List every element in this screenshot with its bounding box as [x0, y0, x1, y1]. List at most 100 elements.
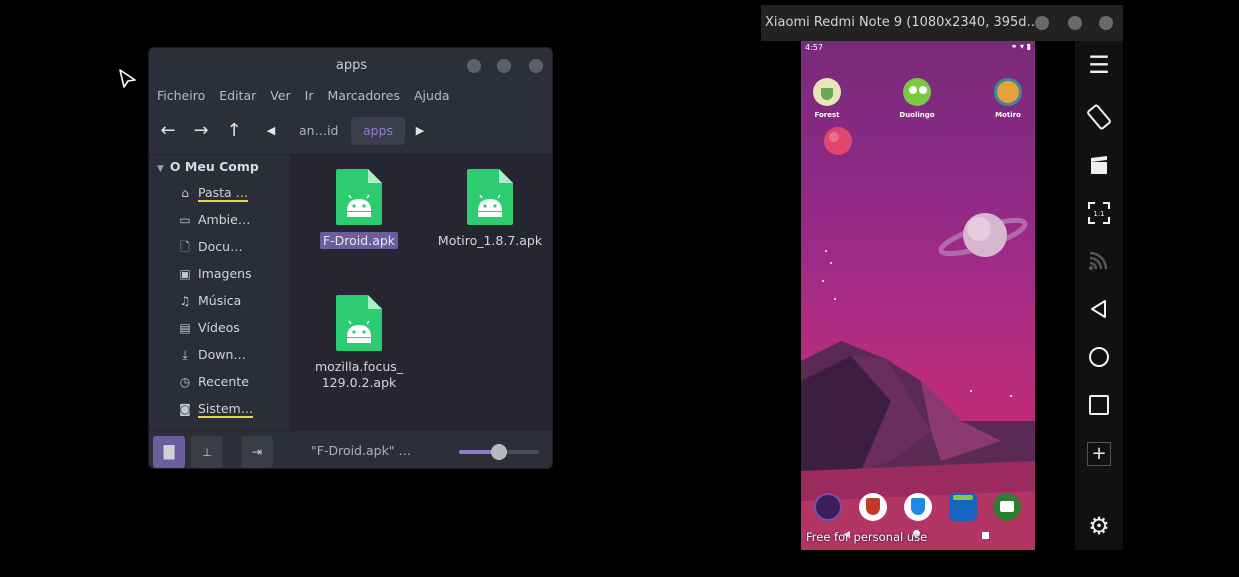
- app-label: Duolingo: [899, 111, 935, 119]
- motiro-app-icon: [994, 78, 1022, 106]
- tree-icon: ⊥: [202, 446, 212, 459]
- file-item-mozilla-focus[interactable]: mozilla.focus_ 129.0.2.apk: [296, 295, 422, 395]
- bag-top: [953, 495, 973, 500]
- settings-icon[interactable]: ⚙: [1075, 514, 1123, 538]
- files-app-icon[interactable]: [993, 493, 1021, 521]
- sidebar: ▼ O Meu Comp ⌂ Pasta … ▭ Ambie… 🗋 Docu… ▣ Ima…: [149, 154, 290, 430]
- back-arrow-icon[interactable]: ←: [154, 117, 182, 145]
- sidebar-item-label: Sistem…: [198, 401, 254, 418]
- documents-icon: 🗋: [180, 240, 190, 254]
- file-name-line2: 129.0.2.apk: [321, 375, 397, 390]
- tree-view-button[interactable]: ⊥: [191, 436, 223, 468]
- music-icon: ♫: [179, 294, 191, 308]
- status-text: "F-Droid.apk" …: [311, 443, 412, 458]
- toolbar: ← → ↑ ◀ an…id apps ▶: [149, 108, 552, 154]
- add-icon[interactable]: +: [1087, 442, 1111, 466]
- desktop-icon: ▭: [179, 213, 191, 227]
- scrcpy-close-button[interactable]: [1099, 16, 1113, 30]
- recents-icon[interactable]: [1075, 394, 1123, 420]
- status-bar: ▇ ⊥ ⇥ "F-Droid.apk" …: [149, 430, 552, 468]
- forward-arrow-icon[interactable]: →: [187, 117, 215, 145]
- app-duolingo[interactable]: Duolingo: [887, 78, 947, 124]
- scrcpy-toolbar: ☰ 1:1 + ⚙: [1075, 41, 1123, 550]
- sidebar-header-label: O Meu Comp: [169, 159, 259, 174]
- menu-marcadores[interactable]: Marcadores: [328, 84, 401, 108]
- duolingo-app-icon: [903, 78, 931, 106]
- home-icon: ⌂: [181, 186, 189, 200]
- file-name: Motiro_1.8.7.apk: [437, 233, 543, 248]
- sidebar-item-documents[interactable]: 🗋 Docu…: [177, 235, 289, 259]
- sidebar-item-label: Pasta …: [198, 185, 249, 202]
- sidebar-header[interactable]: ▼ O Meu Comp: [157, 159, 259, 174]
- drive-icon: ◙: [179, 402, 191, 416]
- file-item-motiro[interactable]: Motiro_1.8.7.apk: [427, 169, 552, 265]
- sidebar-item-label: Recente: [198, 374, 249, 389]
- app-motiro[interactable]: Motiro: [978, 78, 1035, 124]
- sidebar-item-downloads[interactable]: ⤓ Down…: [177, 343, 289, 367]
- file-name-line1: mozilla.focus_: [314, 359, 404, 374]
- breadcrumb-parent[interactable]: an…id: [299, 117, 339, 145]
- file-name: F-Droid.apk: [299, 232, 419, 249]
- scrcpy-window-title: Xiaomi Redmi Note 9 (1080x2340, 395d…: [765, 15, 1040, 30]
- sidebar-item-home[interactable]: ⌂ Pasta …: [177, 181, 289, 205]
- breadcrumb-left-icon[interactable]: ◀: [257, 117, 285, 145]
- fdroid-shield-icon[interactable]: [859, 493, 887, 521]
- menu-icon[interactable]: ☰: [1075, 53, 1123, 77]
- menu-editar[interactable]: Editar: [219, 84, 256, 108]
- blue-shield-icon[interactable]: [904, 493, 932, 521]
- cast-icon[interactable]: [1075, 248, 1123, 276]
- file-item-fdroid[interactable]: F-Droid.apk: [296, 169, 422, 265]
- sidebar-item-music[interactable]: ♫ Música: [177, 289, 289, 313]
- maximize-button[interactable]: [497, 59, 511, 73]
- breadcrumb-right-icon[interactable]: ▶: [406, 117, 434, 145]
- recent-icon: ◷: [179, 375, 191, 389]
- menu-ajuda[interactable]: Ajuda: [414, 84, 450, 108]
- phone-screen[interactable]: 4:57 ⚭ ▾ ▮ Forest Duolingo Motiro ◀ Free…: [801, 41, 1035, 550]
- breadcrumb-current[interactable]: apps: [351, 117, 405, 145]
- places-view-button[interactable]: ▇: [153, 436, 185, 468]
- menu-bar: Ficheiro Editar Ver Ir Marcadores Ajuda: [149, 84, 552, 108]
- file-view: F-Droid.apk Motiro_1.8.7.apk mozilla.foc…: [290, 154, 552, 430]
- nav-recents-icon[interactable]: [982, 532, 989, 539]
- bag-app-icon[interactable]: [949, 493, 977, 521]
- folder-shape: [1000, 501, 1014, 512]
- menu-ficheiro[interactable]: Ficheiro: [157, 84, 205, 108]
- menu-ver[interactable]: Ver: [270, 84, 290, 108]
- app-label: Motiro: [995, 111, 1021, 119]
- sidebar-item-recent[interactable]: ◷ Recente: [177, 370, 289, 394]
- scrcpy-maximize-button[interactable]: [1068, 16, 1082, 30]
- tor-browser-icon[interactable]: [814, 493, 842, 521]
- forest-sprout-icon: [821, 88, 833, 100]
- resize-icon[interactable]: 1:1: [1075, 200, 1123, 230]
- hide-sidebar-button[interactable]: ⇥: [241, 436, 273, 468]
- up-arrow-icon[interactable]: ↑: [220, 117, 248, 145]
- duolingo-eye-right: [919, 86, 927, 94]
- sidebar-item-desktop[interactable]: ▭ Ambie…: [177, 208, 289, 232]
- duolingo-eye-left: [909, 86, 917, 94]
- sidebar-item-label: Imagens: [198, 266, 252, 281]
- sidebar-item-label: Down…: [198, 347, 246, 362]
- back-icon[interactable]: [1075, 298, 1123, 324]
- scrcpy-minimize-button[interactable]: [1035, 16, 1049, 30]
- pictures-icon: ▣: [179, 267, 191, 281]
- menu-ir[interactable]: Ir: [305, 84, 314, 108]
- sidebar-item-label: Docu…: [198, 239, 243, 254]
- app-label: Forest: [814, 111, 840, 119]
- window-title: apps: [149, 48, 552, 84]
- close-button[interactable]: [529, 59, 543, 73]
- sidebar-item-pictures[interactable]: ▣ Imagens: [177, 262, 289, 286]
- sidebar-item-label: Vídeos: [198, 320, 240, 335]
- home-icon[interactable]: [1075, 346, 1123, 372]
- svg-text:1:1: 1:1: [1093, 210, 1104, 218]
- rotate-icon[interactable]: [1075, 104, 1123, 134]
- app-forest[interactable]: Forest: [801, 78, 857, 124]
- mouse-cursor-icon: [119, 69, 136, 88]
- sidebar-item-videos[interactable]: ▤ Vídeos: [177, 316, 289, 340]
- apk-file-icon: [336, 295, 382, 351]
- zoom-slider-handle[interactable]: [491, 444, 507, 460]
- sidebar-item-system[interactable]: ◙ Sistem…: [177, 397, 289, 421]
- downloads-icon: ⤓: [182, 348, 188, 362]
- sidebar-item-label: Música: [198, 293, 242, 308]
- screenshot-icon[interactable]: [1075, 154, 1123, 180]
- minimize-button[interactable]: [467, 59, 481, 73]
